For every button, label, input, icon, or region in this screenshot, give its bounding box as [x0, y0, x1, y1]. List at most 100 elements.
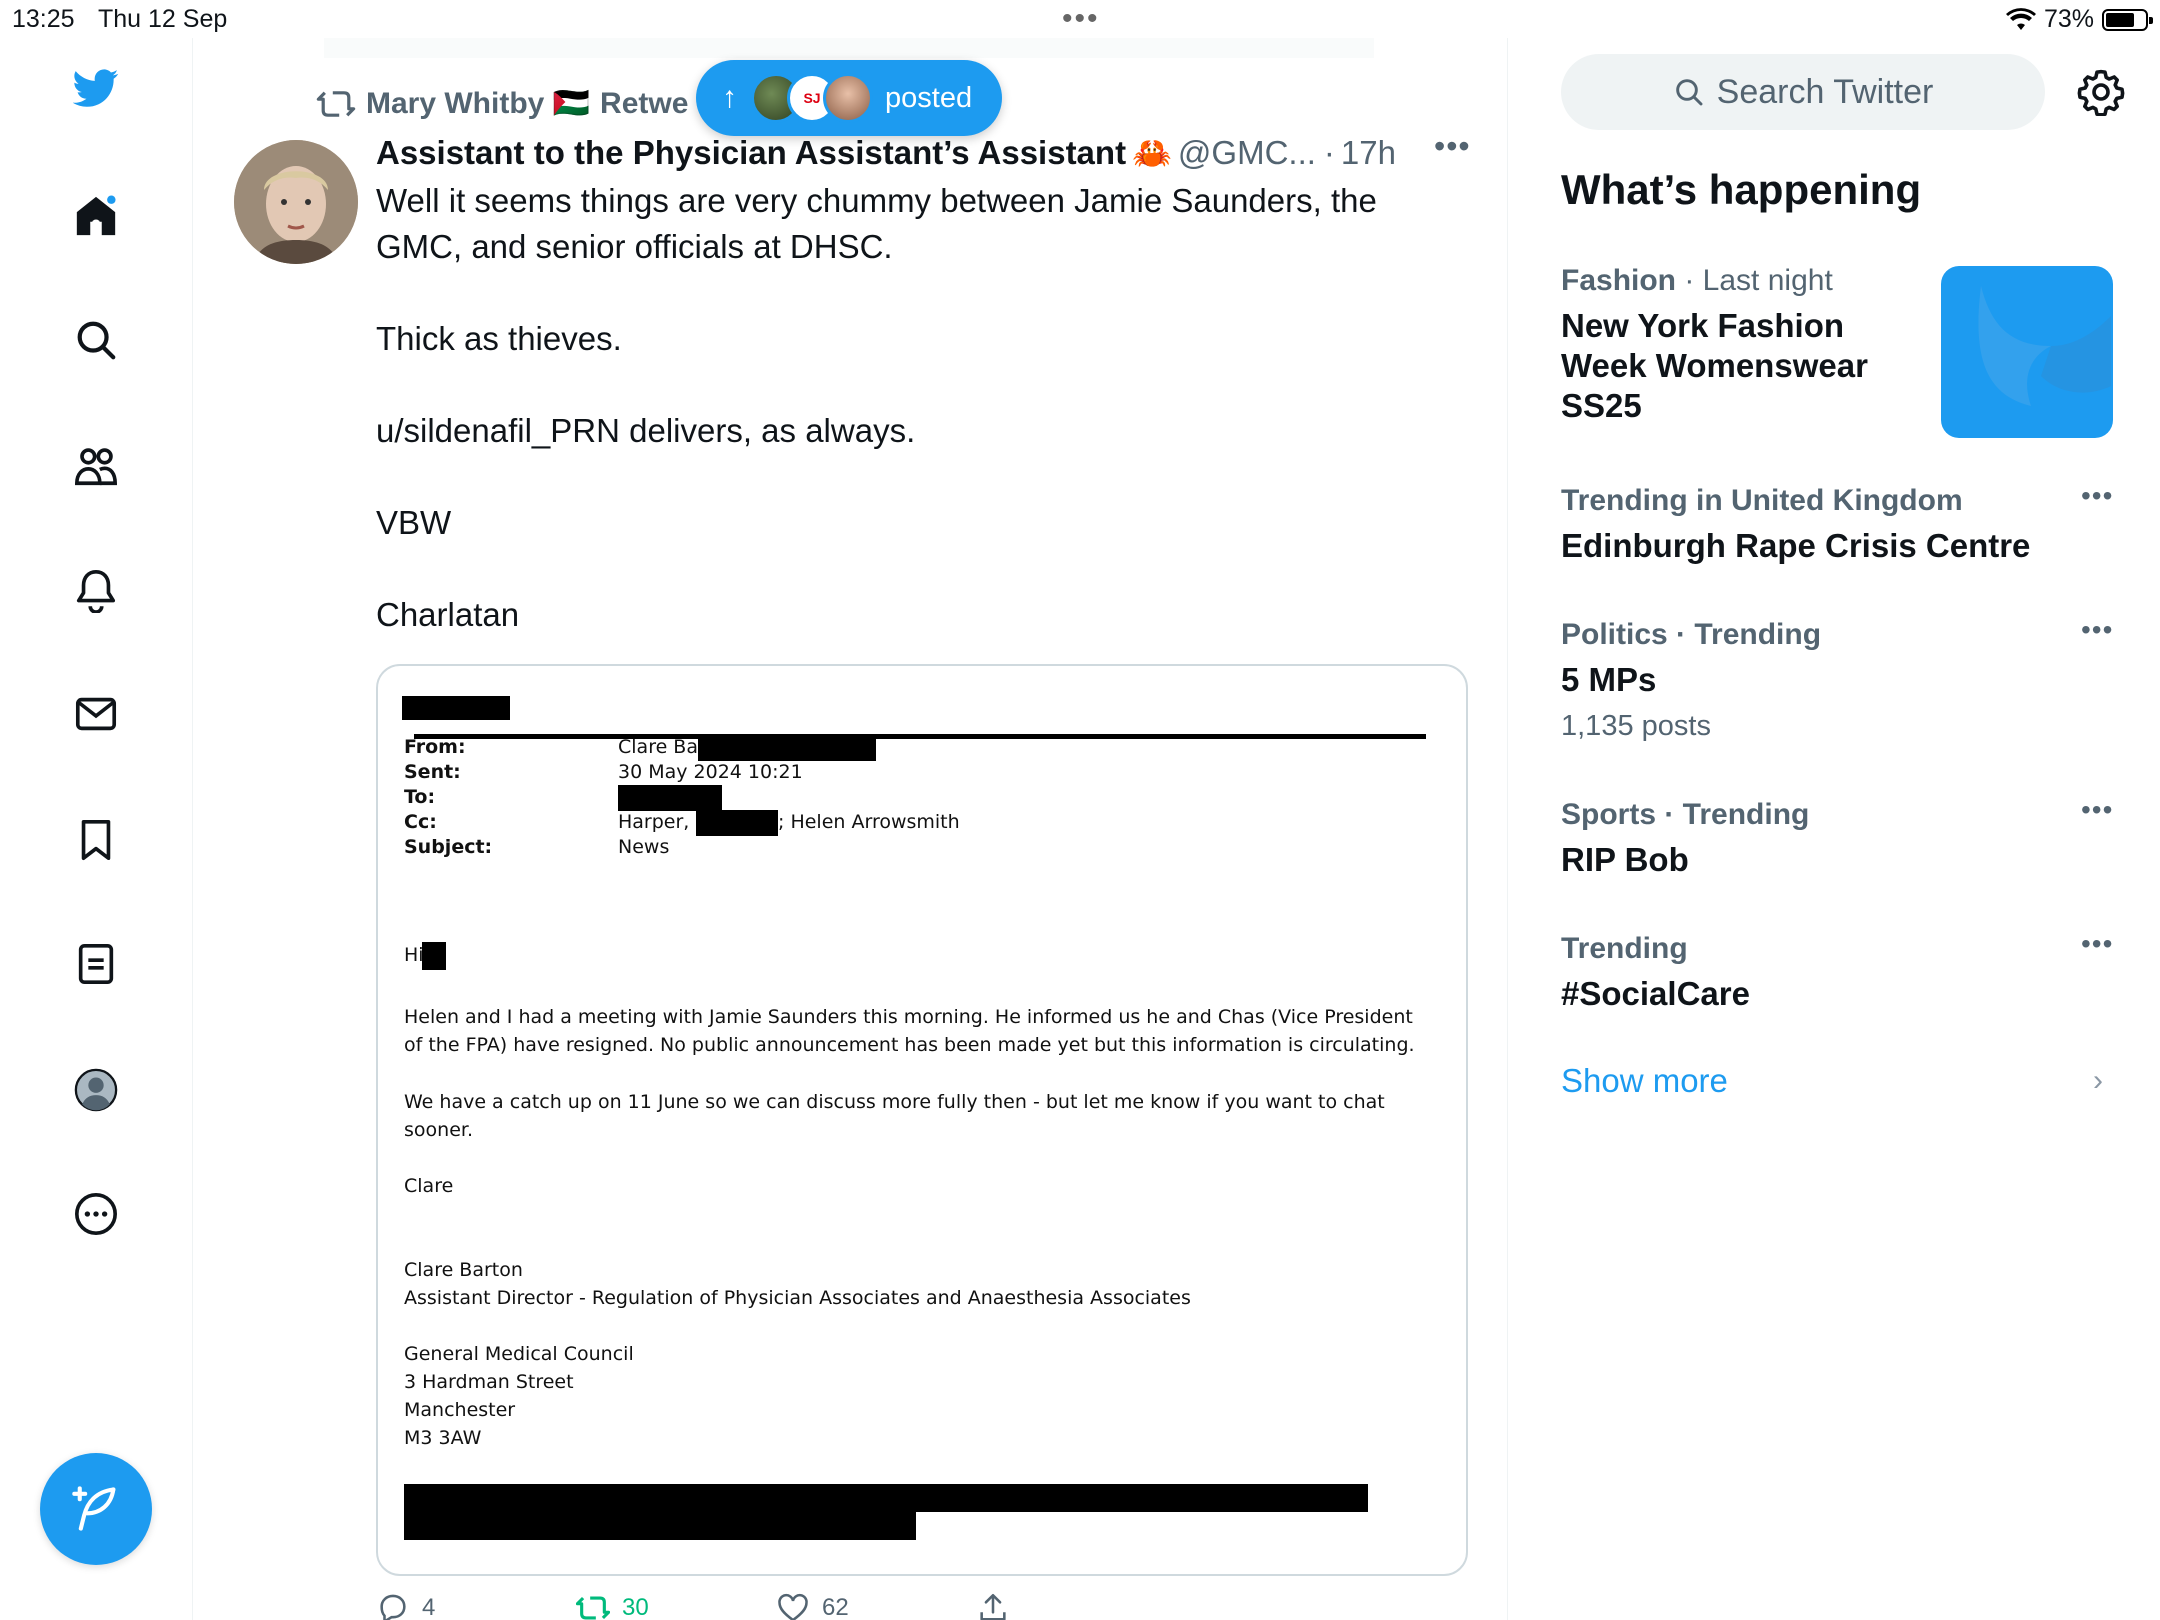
left-nav: [0, 38, 193, 1620]
trend-qualifier: · Trending: [1676, 618, 1822, 651]
header-separator: ·: [1323, 134, 1335, 171]
compose-button[interactable]: [40, 1453, 152, 1565]
twitter-bird-icon: [73, 69, 119, 107]
notifications-bell-icon: [76, 569, 116, 613]
redaction-bar: [698, 735, 876, 761]
heart-icon: [778, 1593, 808, 1620]
reply-icon: [380, 1594, 406, 1620]
battery-icon: [2102, 8, 2153, 31]
trend-more-icon[interactable]: •••: [2081, 480, 2113, 512]
tweet-actions: 4 30 62: [376, 1591, 1376, 1620]
email-from-label: From:: [404, 736, 466, 758]
trend-name: RIP Bob: [1561, 841, 1689, 878]
reply-button[interactable]: 4: [376, 1591, 435, 1620]
compose-feather-icon: [72, 1486, 116, 1531]
author-handle[interactable]: @GMC...: [1178, 134, 1316, 172]
retweet-context[interactable]: Mary Whitby 🇵🇸 Retwe: [316, 86, 688, 121]
email-sig-title: Assistant Director - Regulation of Physi…: [404, 1287, 1191, 1309]
author-avatar[interactable]: [234, 140, 358, 264]
pill-avatars: SJ: [751, 73, 873, 123]
email-sent-label: Sent:: [404, 761, 461, 783]
nav-lists[interactable]: [66, 934, 126, 994]
tweet-header: Assistant to the Physician Assistant’s A…: [376, 134, 1486, 172]
trend-name: Edinburgh Rape Crisis Centre: [1561, 527, 2031, 564]
nav-explore[interactable]: [66, 310, 126, 370]
redaction-bar: [402, 696, 510, 720]
email-to-label: To:: [404, 786, 436, 808]
tweet-more-icon[interactable]: •••: [1434, 128, 1471, 165]
nav-more[interactable]: [66, 1184, 126, 1244]
like-button[interactable]: 62: [776, 1591, 849, 1620]
email-postcode: M3 3AW: [404, 1427, 482, 1449]
chevron-right-icon[interactable]: ›: [2093, 1064, 2103, 1098]
nav-profile[interactable]: [66, 1060, 126, 1120]
show-more-link[interactable]: Show more: [1561, 1062, 1728, 1100]
settings-gear-icon[interactable]: [2077, 68, 2125, 116]
header-rule: [414, 734, 1426, 739]
like-count: 62: [822, 1594, 849, 1620]
email-org: General Medical Council: [404, 1343, 634, 1365]
trend-item[interactable]: Trending in United Kingdom Edinburgh Rap…: [1561, 484, 2121, 566]
trend-qualifier: · Last night: [1684, 264, 1833, 297]
twitter-bird-thumbnail: [1978, 286, 2111, 406]
email-subject-label: Subject:: [404, 836, 493, 858]
crab-emoji: 🦀: [1132, 135, 1172, 171]
trend-item[interactable]: Politics · Trending 5 MPs 1,135 posts: [1561, 618, 2121, 743]
email-cc-value-2: ; Helen Arrowsmith: [778, 811, 960, 833]
email-body-line: sooner.: [404, 1119, 473, 1141]
tweet-time[interactable]: 17h: [1341, 134, 1396, 172]
email-signoff: Clare: [404, 1175, 454, 1197]
search-icon: [1675, 79, 1703, 106]
new-posts-label: posted: [885, 81, 973, 114]
author-photo: [234, 140, 358, 264]
trend-category: Trending in United Kingdom: [1561, 484, 1963, 517]
search-placeholder: Search Twitter: [1716, 72, 1934, 111]
avatar: [823, 73, 873, 123]
trend-category: Sports: [1561, 798, 1657, 831]
retweet-icon: [316, 90, 356, 117]
trend-more-icon[interactable]: •••: [2081, 928, 2113, 960]
trend-meta: Fashion · Last night: [1561, 264, 1921, 298]
timeline: Mary Whitby 🇵🇸 Retwe ↑ SJ posted Assista…: [194, 38, 1508, 1620]
email-sent-value: 30 May 2024 10:21: [618, 761, 803, 783]
twitter-logo[interactable]: [66, 58, 126, 118]
trend-meta: Sports · Trending: [1561, 798, 2121, 832]
email-body-line: of the FPA) have resigned. No public ann…: [404, 1034, 1415, 1056]
trend-qualifier: · Trending: [1664, 798, 1810, 831]
arrow-up-icon: ↑: [722, 81, 737, 114]
nav-communities[interactable]: [66, 436, 126, 496]
retweeter-name[interactable]: Mary Whitby 🇵🇸: [366, 86, 590, 121]
home-icon: [76, 195, 116, 236]
profile-avatar-icon: [74, 1068, 118, 1112]
trend-name: #SocialCare: [1561, 975, 1750, 1012]
nav-messages[interactable]: [66, 684, 126, 744]
share-button[interactable]: [976, 1591, 1010, 1620]
wifi-icon: [2005, 7, 2036, 30]
trend-category: Trending: [1561, 932, 1688, 965]
lists-icon: [78, 943, 114, 985]
nav-notifications[interactable]: [66, 560, 126, 620]
trend-name: New York Fashion Week Womenswear SS25: [1561, 307, 1868, 424]
redaction-bar: [422, 942, 446, 970]
trend-item[interactable]: Trending #SocialCare: [1561, 932, 2121, 1014]
nav-home[interactable]: [66, 186, 126, 246]
trend-meta: Politics · Trending: [1561, 618, 2121, 652]
trend-more-icon[interactable]: •••: [2081, 794, 2113, 826]
trend-more-icon[interactable]: •••: [2081, 614, 2113, 646]
multitasking-dots-icon[interactable]: •••: [1062, 2, 1100, 36]
author-display-name[interactable]: Assistant to the Physician Assistant’s A…: [376, 134, 1126, 172]
more-circle-icon: [75, 1193, 117, 1235]
trend-item[interactable]: Sports · Trending RIP Bob: [1561, 798, 2121, 880]
share-icon: [980, 1593, 1006, 1620]
trend-thumbnail[interactable]: [1941, 266, 2113, 438]
search-input[interactable]: Search Twitter: [1561, 54, 2045, 130]
trend-item[interactable]: Fashion · Last night New York Fashion We…: [1561, 264, 1921, 426]
email-cc-label: Cc:: [404, 811, 437, 833]
tweet-media-image[interactable]: From: Sent: To: Cc: Subject: Clare Barto…: [376, 664, 1468, 1576]
redaction-bar: [618, 785, 722, 811]
search-icon: [77, 321, 116, 360]
retweet-button[interactable]: 30: [576, 1591, 649, 1620]
email-sig-name: Clare Barton: [404, 1259, 523, 1281]
nav-bookmarks[interactable]: [66, 810, 126, 870]
new-posts-pill[interactable]: ↑ SJ posted: [696, 60, 1002, 136]
